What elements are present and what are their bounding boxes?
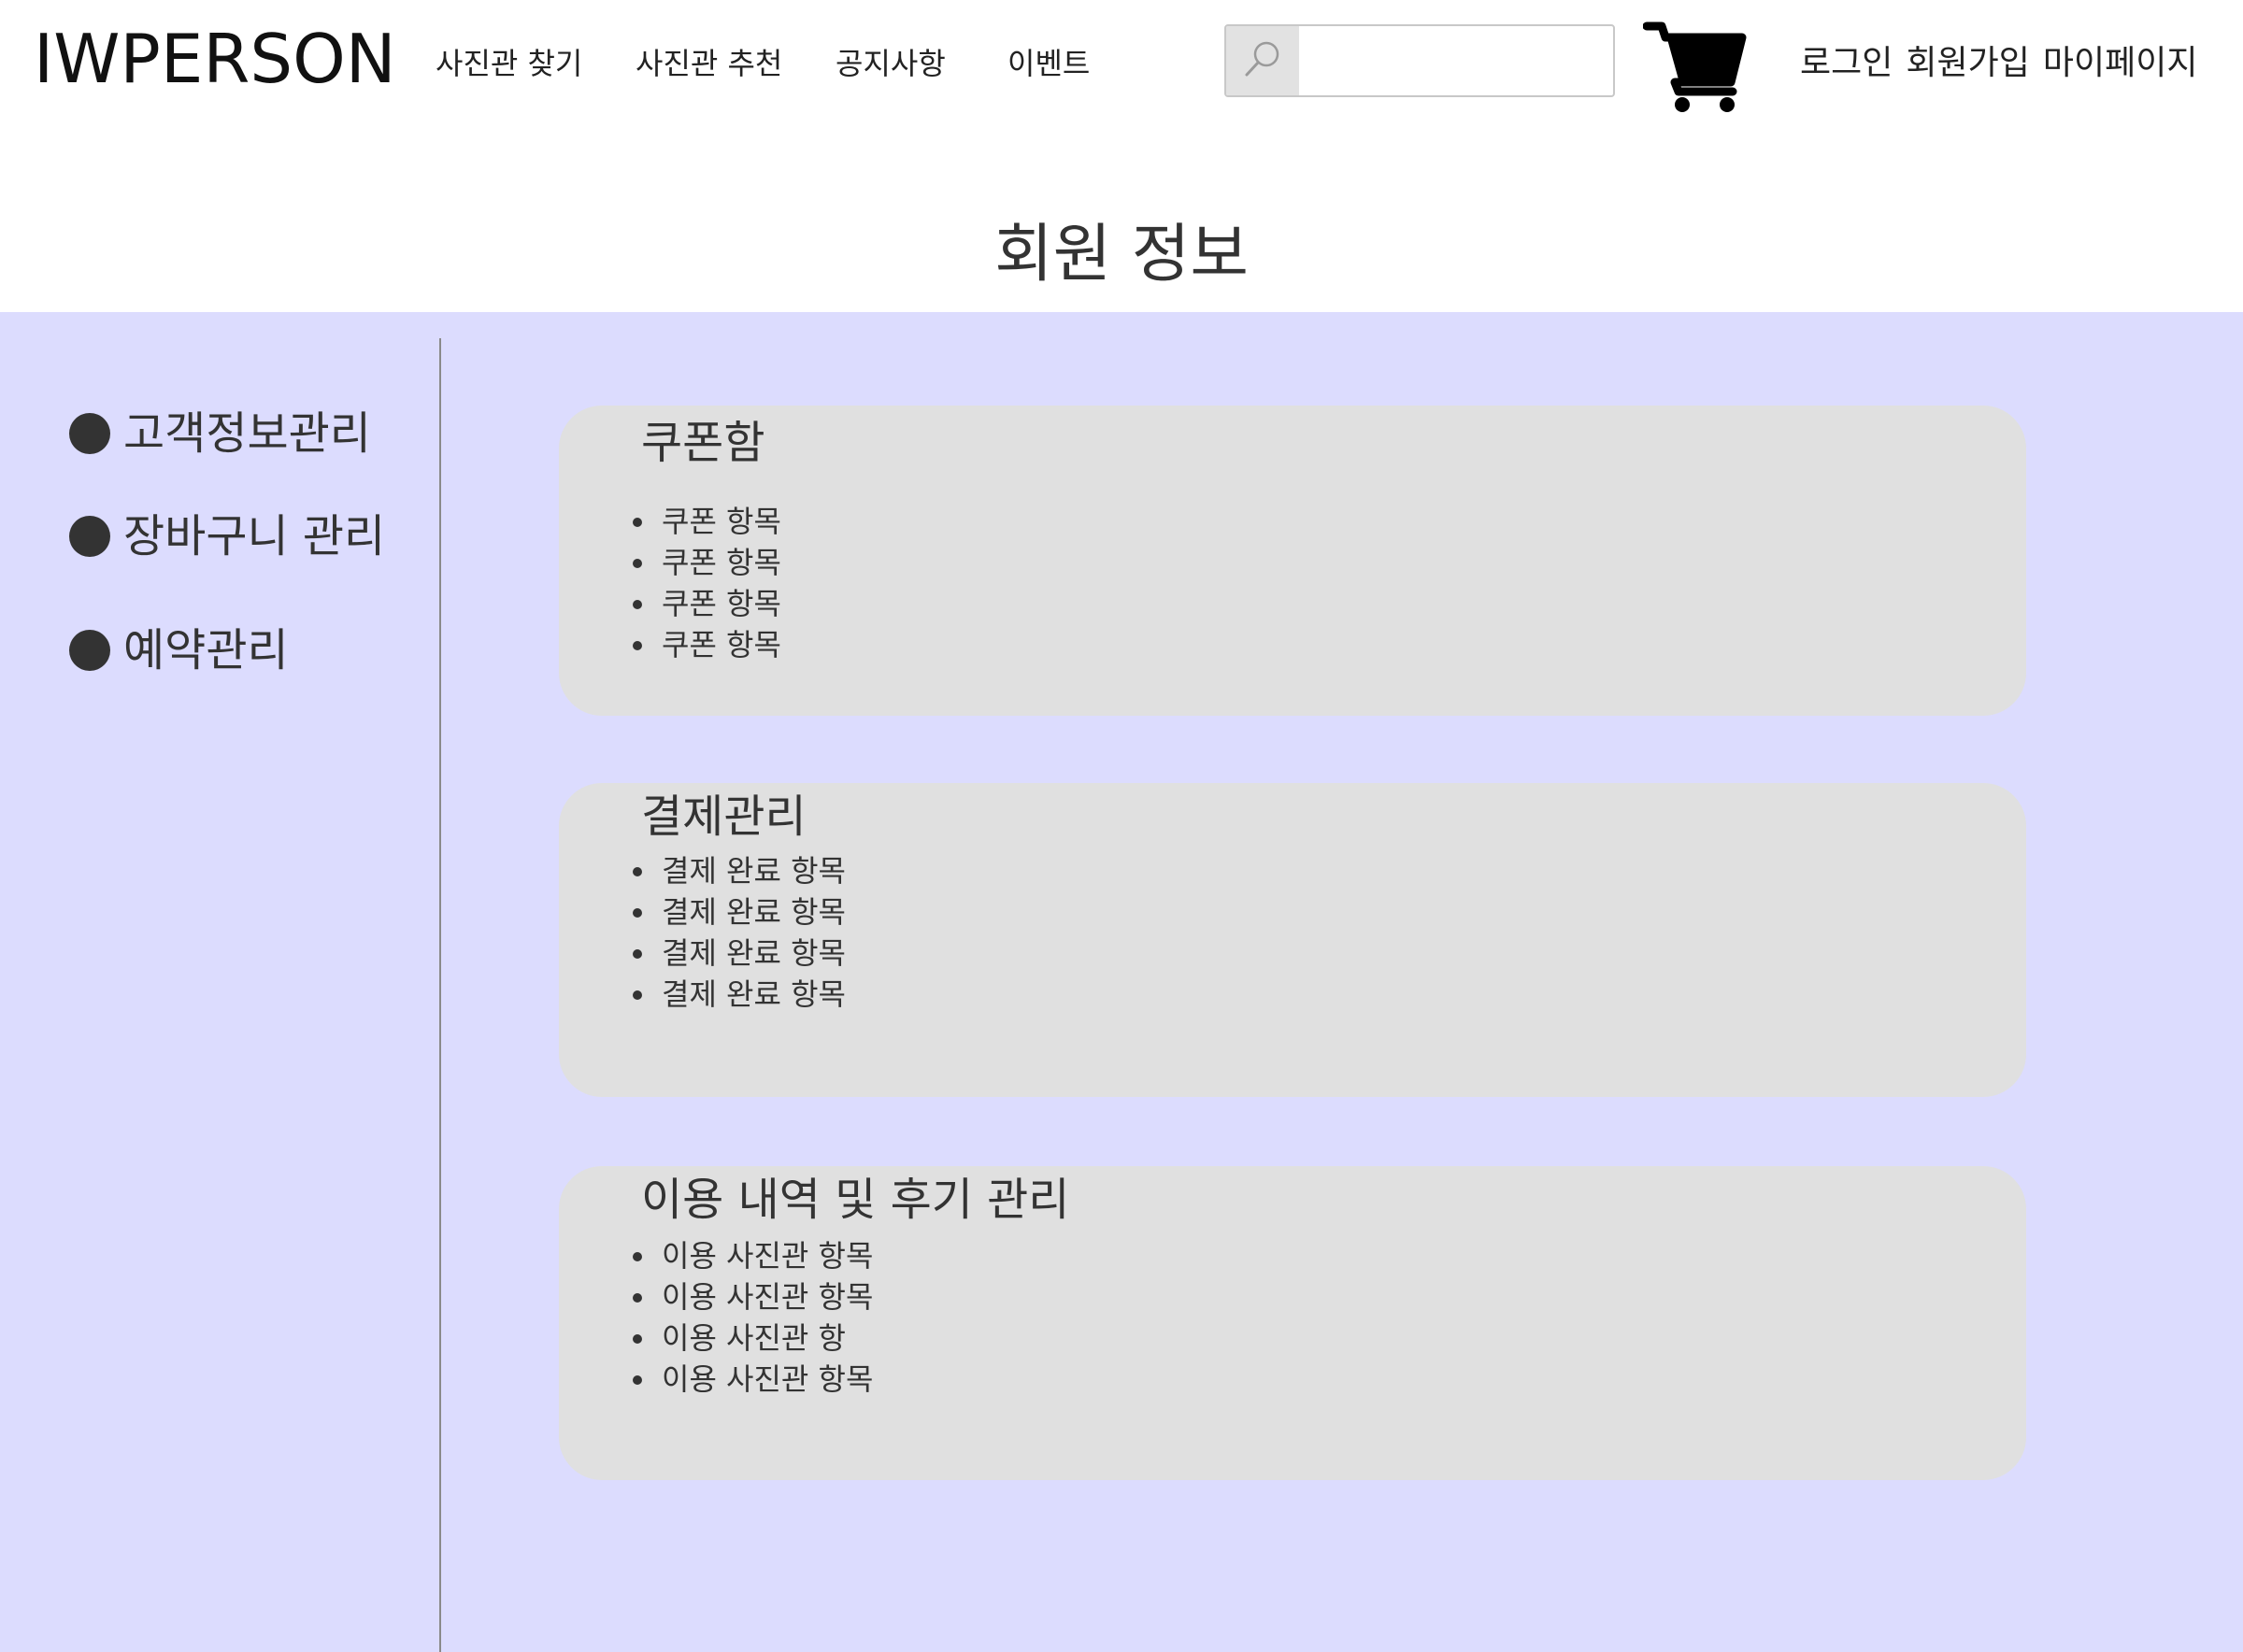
nav-item-notice[interactable]: 공지사항 — [836, 43, 946, 84]
login-link[interactable]: 로그인 — [1800, 44, 1893, 82]
list-item[interactable]: 결제 완료 항목 — [658, 974, 846, 1015]
sidebar-item-cart-management[interactable]: 장바구니 관리 — [69, 506, 385, 566]
site-logo[interactable]: IWPERSON — [34, 17, 396, 101]
nav-item-event[interactable]: 이벤트 — [1007, 43, 1090, 84]
member-info-area: 고객정보관리 장바구니 관리 예약관리 쿠폰함 쿠폰 항목 쿠폰 항목 쿠폰 항… — [0, 312, 2243, 1652]
sidebar-item-label: 장바구니 관리 — [123, 510, 386, 563]
sidebar-item-customer-info[interactable]: 고객정보관리 — [69, 404, 371, 463]
list-item[interactable]: 결제 완료 항목 — [658, 933, 846, 974]
panel-title: 쿠폰함 — [641, 417, 765, 469]
bullet-icon — [69, 413, 110, 454]
search-button[interactable] — [1226, 26, 1299, 95]
list-item[interactable]: 쿠폰 항목 — [658, 624, 781, 665]
sidebar-item-reservation-management[interactable]: 예약관리 — [69, 620, 289, 680]
sidebar-divider — [439, 338, 441, 1652]
cart-icon — [1642, 21, 1748, 118]
search-icon — [1242, 38, 1283, 83]
nav-item-recommend-studio[interactable]: 사진관 추천 — [636, 43, 782, 84]
site-header: IWPERSON 사진관 찾기 사진관 추천 공지사항 이벤트 로그인 회원가입 마 — [0, 0, 2243, 131]
cart-button[interactable] — [1642, 17, 1748, 114]
search-input[interactable] — [1301, 26, 1609, 95]
signup-link[interactable]: 회원가입 — [1906, 44, 2029, 82]
nav-item-find-studio[interactable]: 사진관 찾기 — [436, 43, 582, 84]
list-item[interactable]: 쿠폰 항목 — [658, 542, 781, 583]
mypage-link[interactable]: 마이페이지 — [2043, 44, 2198, 82]
panel-title: 결제관리 — [641, 790, 807, 843]
page-title: 회원 정보 — [994, 218, 1249, 292]
bullet-icon — [69, 516, 110, 557]
list-item[interactable]: 쿠폰 항목 — [658, 583, 781, 624]
usage-history-list: 이용 사진관 항목 이용 사진관 항목 이용 사진관 항 이용 사진관 항목 — [624, 1235, 873, 1400]
list-item[interactable]: 결제 완료 항목 — [658, 891, 846, 933]
account-links: 로그인 회원가입 마이페이지 — [1800, 41, 2210, 86]
coupon-list: 쿠폰 항목 쿠폰 항목 쿠폰 항목 쿠폰 항목 — [624, 501, 781, 665]
payment-panel: 결제관리 결제 완료 항목 결제 완료 항목 결제 완료 항목 결제 완료 항목 — [559, 783, 2026, 1097]
list-item[interactable]: 이용 사진관 항목 — [658, 1359, 873, 1400]
list-item[interactable]: 이용 사진관 항 — [658, 1317, 873, 1359]
bullet-icon — [69, 630, 110, 671]
panel-title: 이용 내역 및 후기 관리 — [641, 1174, 1070, 1226]
payment-list: 결제 완료 항목 결제 완료 항목 결제 완료 항목 결제 완료 항목 — [624, 850, 846, 1015]
list-item[interactable]: 쿠폰 항목 — [658, 501, 781, 542]
list-item[interactable]: 결제 완료 항목 — [658, 850, 846, 891]
search-box — [1224, 24, 1615, 97]
list-item[interactable]: 이용 사진관 항목 — [658, 1276, 873, 1317]
sidebar-item-label: 고객정보관리 — [123, 407, 371, 460]
list-item[interactable]: 이용 사진관 항목 — [658, 1235, 873, 1276]
sidebar-item-label: 예약관리 — [123, 624, 289, 676]
usage-history-panel: 이용 내역 및 후기 관리 이용 사진관 항목 이용 사진관 항목 이용 사진관… — [559, 1166, 2026, 1480]
coupon-panel: 쿠폰함 쿠폰 항목 쿠폰 항목 쿠폰 항목 쿠폰 항목 — [559, 406, 2026, 716]
